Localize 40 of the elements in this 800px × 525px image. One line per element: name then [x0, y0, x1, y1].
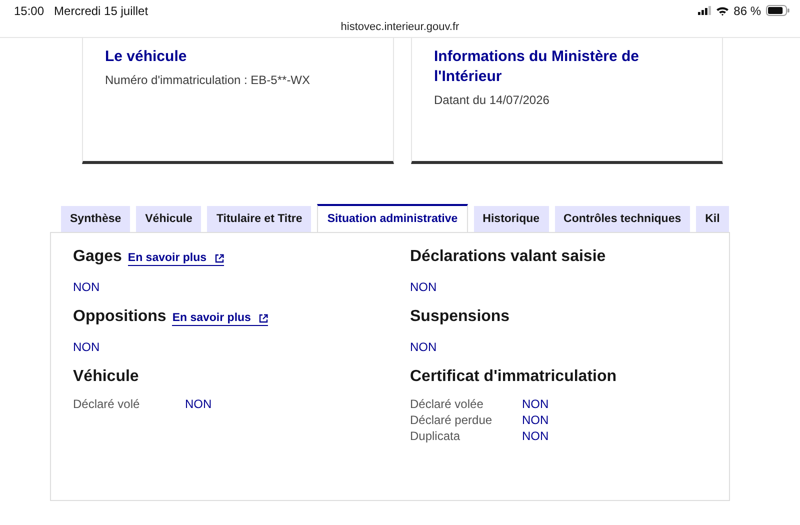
tab[interactable]: Contrôles techniques: [554, 206, 690, 232]
clock-time: 15:00: [14, 4, 44, 18]
section-heading: Gages: [73, 248, 122, 266]
tab[interactable]: Synthèse: [61, 206, 130, 232]
field-label: Déclaré perdue: [410, 413, 494, 427]
section-heading: Véhicule: [73, 368, 139, 386]
card-text: Datant du 14/07/2026: [434, 93, 550, 107]
learn-more-link[interactable]: En savoir plus: [128, 252, 224, 266]
status-value: NON: [410, 340, 437, 354]
status-value: NON: [410, 280, 437, 294]
battery-icon: [766, 5, 790, 16]
section-heading: Suspensions: [410, 308, 510, 326]
external-link-icon: [214, 254, 224, 262]
url-address: histovec.interieur.gouv.fr: [340, 21, 460, 33]
tab[interactable]: Véhicule: [136, 206, 202, 232]
status-value: NON: [522, 429, 549, 443]
field-label: Déclaré volé: [73, 397, 141, 411]
status-value: NON: [185, 397, 212, 411]
section-heading: Oppositions: [73, 308, 166, 326]
battery-percentage: 86 %: [734, 4, 761, 18]
tab[interactable]: Titulaire et Titre: [207, 206, 312, 232]
status-value: NON: [522, 413, 549, 427]
field-label: Déclaré volée: [410, 397, 484, 411]
status-value: NON: [73, 280, 100, 294]
tab[interactable]: Situation administrative: [317, 204, 468, 232]
tab[interactable]: Kil: [696, 206, 729, 232]
card-text: Numéro d'immatriculation : EB-5**-WX: [105, 73, 312, 87]
card-title: Informations du Ministère de l'Intérieur: [434, 47, 640, 87]
field-label: Duplicata: [410, 429, 462, 443]
card-title: Le véhicule: [105, 47, 188, 67]
status-value: NON: [73, 340, 100, 354]
section-heading: Déclarations valant saisie: [410, 248, 606, 266]
external-link-icon: [258, 314, 268, 322]
section-heading: Certificat d'immatriculation: [410, 368, 617, 386]
status-value: NON: [522, 397, 549, 411]
tab[interactable]: Historique: [474, 206, 549, 232]
wifi-icon: [716, 6, 729, 16]
learn-more-link[interactable]: En savoir plus: [172, 312, 268, 326]
date-text: Mercredi 15 juillet: [54, 4, 148, 18]
signal-icon: [698, 6, 711, 15]
